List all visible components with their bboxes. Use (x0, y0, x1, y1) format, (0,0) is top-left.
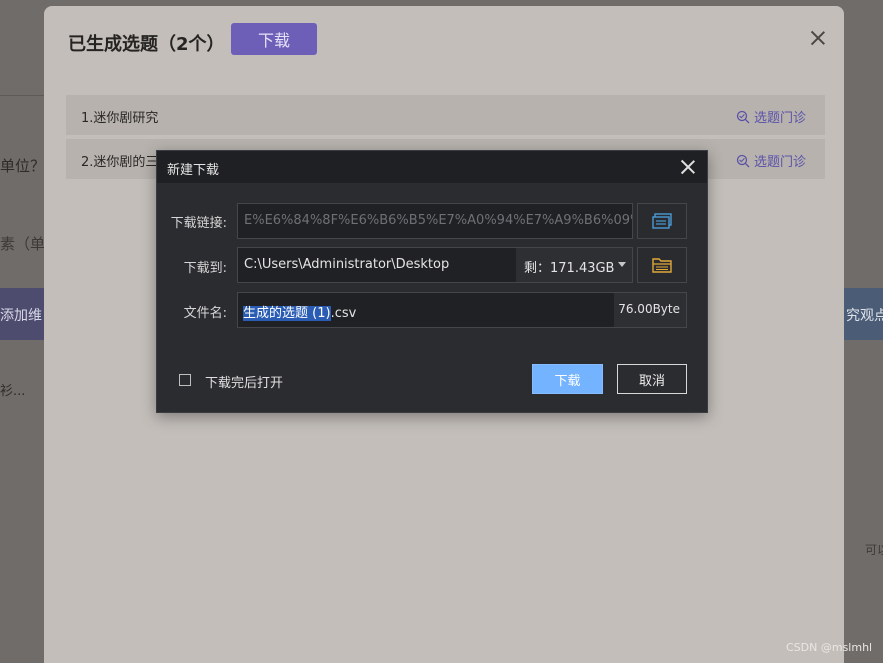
background-text-fragment: 可以 (865, 543, 883, 557)
cancel-button[interactable]: 取消 (617, 364, 687, 394)
background-text-fragment: 衫... (0, 384, 26, 399)
topic-diagnosis-link[interactable]: 选题门诊 (736, 107, 806, 126)
background-research-band: 究观点 (844, 288, 883, 340)
save-path-value: C:\Users\Administrator\Desktop (244, 257, 450, 272)
dialog-title: 已生成选题（2个） (68, 34, 225, 55)
dialog-title: 新建下载 (167, 163, 220, 178)
browse-folder-button[interactable] (637, 247, 687, 283)
background-divider (0, 95, 44, 96)
filename-label: 文件名: (183, 306, 227, 321)
window-list-icon (652, 213, 672, 229)
file-size-value: 76.00Byte (618, 302, 680, 316)
open-after-download-label[interactable]: 下载完后打开 (205, 372, 283, 391)
free-space-dropdown[interactable]: 剩：171.43GB (516, 248, 632, 282)
background-add-dimension-band: 添加维 (0, 288, 44, 340)
topic-diagnosis-link[interactable]: 选题门诊 (736, 151, 806, 170)
filename-field[interactable]: 生成的选题 (1).csv 76.00Byte (237, 292, 687, 328)
download-url-field[interactable]: E%E6%84%8F%E6%B6%B5%E7%A0%94%E7%A9%B6%09… (237, 203, 633, 239)
topic-label: 2.迷你剧的三 (81, 155, 159, 170)
file-size-area: 76.00Byte (614, 293, 686, 327)
caret-down-icon (618, 262, 626, 267)
topic-diagnosis-label: 选题门诊 (754, 111, 807, 126)
download-button[interactable]: 下载 (231, 23, 317, 55)
background-band-label: 添加维 (0, 308, 42, 324)
dialog-header: 新建下载 (157, 151, 707, 183)
filename-extension: .csv (330, 306, 357, 321)
close-icon[interactable] (808, 28, 828, 48)
filename-value: 生成的选题 (1).csv (243, 302, 356, 321)
download-url-value: E%E6%84%8F%E6%B6%B5%E7%A0%94%E7%A9%B6%09… (244, 213, 632, 228)
new-download-dialog: 新建下载 下载链接: E%E6%84%8F%E6%B6%B5%E7%A0%94%… (156, 150, 708, 413)
confirm-download-button[interactable]: 下载 (532, 364, 603, 394)
free-space-value: 剩：171.43GB (524, 261, 615, 276)
background-text-fragment: 素（单 (0, 235, 46, 253)
open-after-download-checkbox[interactable] (179, 374, 191, 386)
background-band-label: 究观点 (846, 308, 883, 324)
background-text-fragment: 单位？ (0, 157, 46, 175)
topic-label: 1.迷你剧研究 (81, 111, 159, 126)
close-icon[interactable] (679, 158, 697, 176)
url-label: 下载链接: (170, 216, 227, 231)
watermark: CSDN @mslmhl (786, 641, 873, 654)
save-path-field[interactable]: C:\Users\Administrator\Desktop 剩：171.43G… (237, 247, 633, 283)
url-list-button[interactable] (637, 203, 687, 239)
folder-icon (652, 258, 672, 273)
diagnosis-icon (736, 154, 750, 167)
save-to-label: 下载到: (183, 261, 227, 276)
diagnosis-icon (736, 110, 750, 123)
topic-diagnosis-label: 选题门诊 (754, 155, 807, 170)
topic-list-item: 1.迷你剧研究 选题门诊 (66, 95, 825, 135)
filename-selected-text: 生成的选题 (1) (243, 306, 331, 321)
